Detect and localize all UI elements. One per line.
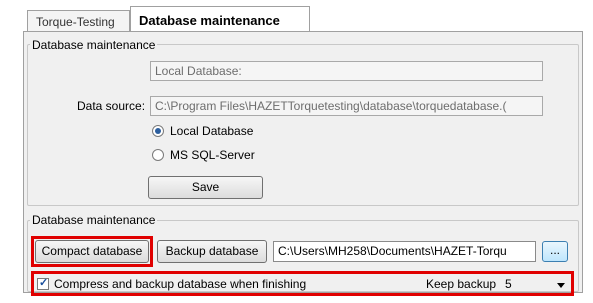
settings-group-legend: Database maintenance — [30, 38, 158, 52]
local-database-radio[interactable] — [152, 125, 164, 137]
data-source-field[interactable]: C:\Program Files\HAZETTorquetesting\data… — [150, 96, 543, 116]
tab-torque-testing[interactable]: Torque-Testing — [27, 10, 130, 32]
highlight-compress-row — [31, 271, 574, 296]
save-button[interactable]: Save — [148, 176, 263, 199]
backup-path-field[interactable]: C:\Users\MH258\Documents\HAZET-Torqu — [273, 241, 536, 262]
radio-selected-dot — [155, 128, 161, 134]
ms-sql-server-radio-label[interactable]: MS SQL-Server — [170, 148, 255, 162]
browse-button[interactable]: ... — [542, 241, 568, 262]
tab-database-maintenance[interactable]: Database maintenance — [130, 6, 310, 32]
backup-database-button[interactable]: Backup database — [157, 240, 267, 263]
local-database-field[interactable]: Local Database: — [150, 61, 543, 81]
local-database-radio-label[interactable]: Local Database — [170, 124, 253, 138]
data-source-label: Data source: — [77, 99, 146, 113]
maintenance-group-legend: Database maintenance — [30, 213, 158, 227]
highlight-compact-database — [31, 236, 153, 267]
ms-sql-server-radio[interactable] — [152, 149, 164, 161]
